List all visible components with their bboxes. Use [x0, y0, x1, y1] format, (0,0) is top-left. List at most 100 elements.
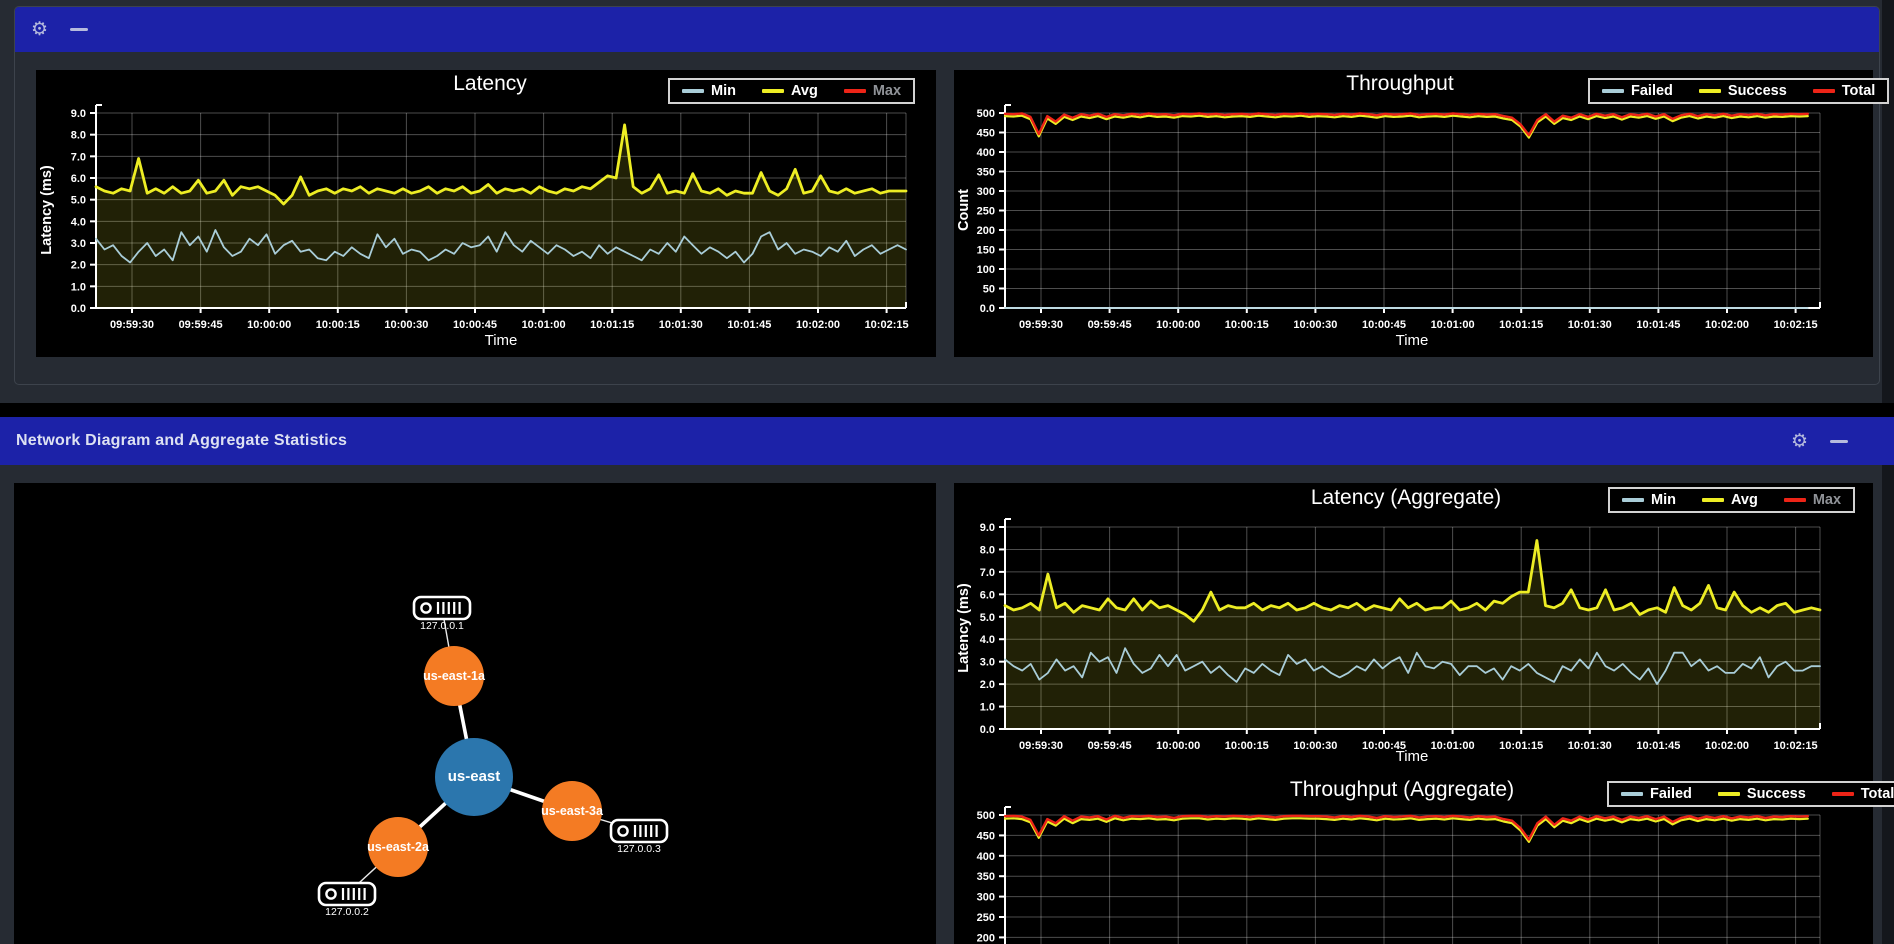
x-tick-label: 10:02:00	[1705, 740, 1749, 752]
x-tick-label: 10:01:30	[659, 319, 703, 331]
y-tick-label: 5.0	[71, 195, 86, 207]
minimize-icon[interactable]	[70, 28, 88, 31]
throughput-title: Throughput	[1346, 72, 1453, 96]
y-tick-label: 6.0	[980, 589, 995, 601]
y-tick-label: 500	[977, 108, 995, 120]
latency-aggregate-ylabel: Latency (ms)	[956, 583, 972, 672]
y-tick-label: 500	[977, 810, 995, 822]
network-diagram-canvas: us-eastus-east-1aus-east-2aus-east-3a127…	[14, 483, 936, 944]
throughput-ylabel: Count	[956, 189, 972, 231]
node-label: us-east-3a	[541, 804, 604, 818]
y-tick-label: 250	[977, 206, 995, 218]
latency-xlabel: Time	[485, 332, 518, 349]
x-tick-label: 10:01:00	[1431, 740, 1475, 752]
gear-icon[interactable]: ⚙	[1791, 432, 1808, 451]
y-tick-label: 0.0	[980, 724, 995, 736]
y-tick-label: 0.0	[71, 303, 86, 315]
legend-item-max[interactable]: Max	[844, 83, 901, 99]
y-tick-label: 350	[977, 167, 995, 179]
y-tick-label: 8.0	[980, 544, 995, 556]
x-tick-label: 10:02:15	[865, 319, 909, 331]
legend-item-max[interactable]: Max	[1784, 492, 1841, 508]
legend-item-total[interactable]: Total	[1813, 83, 1876, 99]
y-tick-label: 3.0	[980, 657, 995, 669]
latency-aggregate-xlabel: Time	[1396, 748, 1429, 765]
server-label: 127.0.0.2	[325, 906, 369, 918]
success-line-swatch	[1718, 792, 1740, 796]
y-tick-label: 9.0	[980, 522, 995, 534]
legend-item-success[interactable]: Success	[1718, 786, 1806, 802]
x-tick-label: 10:02:15	[1774, 740, 1818, 752]
x-tick-label: 10:00:15	[316, 319, 360, 331]
x-tick-label: 09:59:45	[1088, 740, 1132, 752]
legend-item-min[interactable]: Min	[1622, 492, 1676, 508]
y-tick-label: 8.0	[71, 130, 86, 142]
latency-aggregate-legend: Min Avg Max	[1608, 487, 1855, 513]
node-label: us-east-2a	[367, 840, 430, 854]
x-tick-label: 10:01:45	[727, 319, 771, 331]
y-tick-label: 2.0	[980, 679, 995, 691]
max-line-swatch	[844, 89, 866, 93]
failed-line-swatch	[1621, 792, 1643, 796]
y-tick-label: 5.0	[980, 612, 995, 624]
x-tick-label: 10:01:15	[1499, 740, 1543, 752]
x-tick-label: 10:00:00	[247, 319, 291, 331]
y-tick-label: 100	[977, 264, 995, 276]
y-tick-label: 7.0	[980, 567, 995, 579]
y-tick-label: 0.0	[980, 303, 995, 315]
avg-line-swatch	[762, 89, 784, 93]
y-tick-label: 300	[977, 892, 995, 904]
x-tick-label: 10:00:45	[1362, 319, 1406, 331]
avg-line-swatch	[1702, 498, 1724, 502]
success-line-swatch	[1699, 89, 1721, 93]
x-tick-label: 10:00:00	[1156, 319, 1200, 331]
legend-item-failed[interactable]: Failed	[1602, 83, 1673, 99]
y-tick-label: 200	[977, 225, 995, 237]
y-tick-label: 1.0	[71, 281, 86, 293]
latency_agg-plot-canvas: 0.01.02.03.04.05.06.07.08.09.009:59:3009…	[954, 483, 1873, 776]
min-line-swatch	[1622, 498, 1644, 502]
x-tick-label: 09:59:30	[110, 319, 154, 331]
legend-item-failed[interactable]: Failed	[1621, 786, 1692, 802]
y-tick-label: 250	[977, 912, 995, 924]
section-separator	[0, 403, 1894, 417]
x-tick-label: 10:01:00	[1431, 319, 1475, 331]
x-tick-label: 10:01:00	[522, 319, 566, 331]
x-tick-label: 09:59:30	[1019, 319, 1063, 331]
y-tick-label: 50	[983, 284, 995, 296]
total-line-swatch	[1813, 89, 1835, 93]
latency-plot-canvas: 0.01.02.03.04.05.06.07.08.09.009:59:3009…	[36, 70, 936, 357]
legend-item-avg[interactable]: Avg	[762, 83, 818, 99]
legend-item-avg[interactable]: Avg	[1702, 492, 1758, 508]
x-tick-label: 10:01:45	[1636, 319, 1680, 331]
x-tick-label: 10:01:45	[1636, 740, 1680, 752]
latency-aggregate-title: Latency (Aggregate)	[1311, 486, 1501, 510]
minimize-icon[interactable]	[1830, 440, 1848, 443]
section-title: Network Diagram and Aggregate Statistics	[16, 432, 1791, 450]
total-line-swatch	[1832, 792, 1854, 796]
legend-item-success[interactable]: Success	[1699, 83, 1787, 99]
server-icon-127.0.0.3[interactable]: 127.0.0.3	[611, 820, 667, 855]
avg-area-fill	[1005, 541, 1820, 730]
y-tick-label: 450	[977, 128, 995, 140]
y-tick-label: 450	[977, 830, 995, 842]
y-tick-label: 400	[977, 147, 995, 159]
avg-area-fill	[96, 125, 906, 308]
legend-item-min[interactable]: Min	[682, 83, 736, 99]
x-tick-label: 10:00:15	[1225, 319, 1269, 331]
server-label: 127.0.0.3	[617, 843, 661, 855]
throughput-aggregate-legend: Failed Success Total	[1607, 781, 1894, 807]
y-tick-label: 300	[977, 186, 995, 198]
x-tick-label: 10:02:15	[1774, 319, 1818, 331]
x-tick-label: 10:00:30	[1293, 740, 1337, 752]
server-icon-127.0.0.1[interactable]: 127.0.0.1	[414, 597, 470, 632]
throughput-legend: Failed Success Total	[1588, 78, 1889, 104]
node-label: us-east-1a	[423, 669, 486, 683]
server-icon-127.0.0.2[interactable]: 127.0.0.2	[319, 883, 375, 918]
max-line-swatch	[1784, 498, 1806, 502]
gear-icon[interactable]: ⚙	[31, 20, 48, 39]
x-tick-label: 09:59:45	[179, 319, 223, 331]
legend-item-total[interactable]: Total	[1832, 786, 1894, 802]
top-panel-header: ⚙	[15, 7, 1880, 52]
y-tick-label: 4.0	[980, 634, 995, 646]
